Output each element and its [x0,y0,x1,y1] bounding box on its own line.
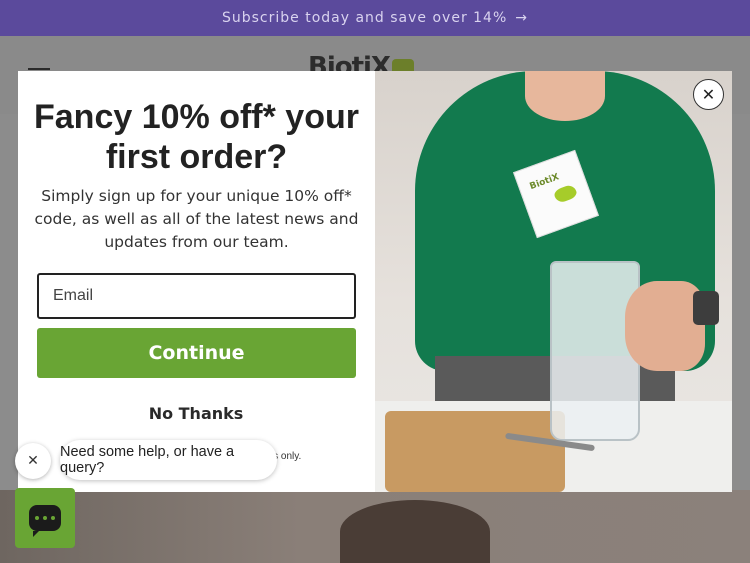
popup-form-panel: Fancy 10% off* your first order? Simply … [18,71,375,492]
popup-description: Simply sign up for your unique 10% off* … [34,187,359,251]
close-button[interactable]: ✕ [693,79,724,110]
chat-icon [29,505,61,537]
email-field[interactable] [37,273,356,319]
arrow-right-icon: → [515,10,529,26]
chat-prompt-bubble[interactable]: Need some help, or have a query? [60,440,277,480]
photo-watch [693,291,719,325]
no-thanks-button[interactable]: No Thanks [126,401,266,425]
chat-launcher-button[interactable] [15,488,75,548]
chat-dismiss-button[interactable]: ✕ [15,443,51,479]
sachet-logo: BiotiX [528,172,561,193]
hero-image-detail [340,500,490,563]
close-icon: ✕ [701,85,716,104]
close-icon: ✕ [27,453,39,469]
photo-cutting-board [385,411,565,492]
chat-prompt-text: Need some help, or have a query? [60,444,235,476]
announcement-text: Subscribe today and save over 14% [221,10,508,26]
signup-popup: Fancy 10% off* your first order? Simply … [18,71,732,492]
announcement-bar[interactable]: Subscribe today and save over 14% → [0,0,750,36]
popup-product-image: BiotiX [375,71,732,492]
popup-title: Fancy 10% off* your first order? [34,98,359,176]
photo-neck [525,71,605,121]
leaf-icon [552,183,579,205]
continue-button[interactable]: Continue [37,328,356,378]
photo-glass [550,261,640,441]
